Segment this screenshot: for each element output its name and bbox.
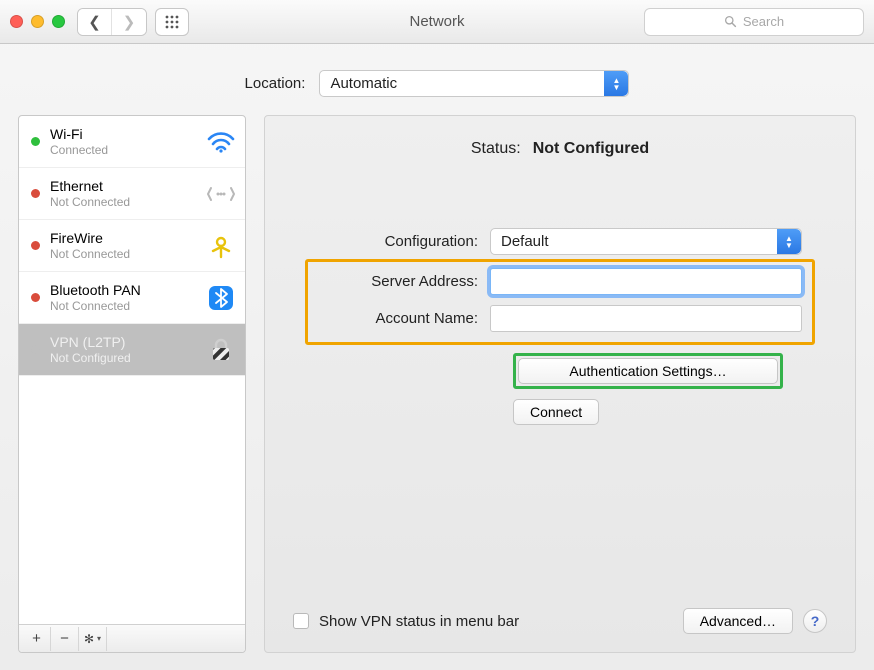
help-button[interactable]: ? <box>803 609 827 633</box>
location-select[interactable]: Automatic ▲▼ <box>319 70 629 97</box>
search-icon <box>724 15 737 28</box>
service-name: VPN (L2TP) <box>50 334 197 350</box>
back-button[interactable]: ❮ <box>78 9 112 35</box>
grid-icon <box>165 15 179 29</box>
account-name-label: Account Name: <box>318 310 478 327</box>
account-name-field[interactable] <box>490 305 802 332</box>
sidebar-footer: + − ✻ <box>19 624 245 652</box>
service-name: Wi-Fi <box>50 126 197 142</box>
forward-button[interactable]: ❯ <box>112 9 146 35</box>
highlight-green: Authentication Settings… <box>513 353 783 389</box>
traffic-lights <box>10 15 65 28</box>
service-name: Bluetooth PAN <box>50 282 197 298</box>
nav-back-forward: ❮ ❯ <box>77 8 147 36</box>
authentication-settings-button[interactable]: Authentication Settings… <box>518 358 778 384</box>
service-list: Wi-Fi Connected Ethernet Not Connected <box>19 116 245 624</box>
server-address-label: Server Address: <box>318 273 478 290</box>
location-value: Automatic <box>330 75 397 92</box>
location-label: Location: <box>245 75 306 92</box>
firewire-icon <box>207 232 235 260</box>
server-address-field[interactable] <box>490 268 802 295</box>
select-arrows-icon: ▲▼ <box>604 71 628 96</box>
show-vpn-status-label: Show VPN status in menu bar <box>319 613 519 630</box>
service-item-ethernet[interactable]: Ethernet Not Connected <box>19 168 245 220</box>
zoom-window-button[interactable] <box>52 15 65 28</box>
service-sub: Connected <box>50 143 197 157</box>
titlebar: ❮ ❯ Network Search <box>0 0 874 44</box>
lock-icon <box>207 336 235 364</box>
status-dot <box>31 137 40 146</box>
service-sub: Not Connected <box>50 247 197 261</box>
select-arrows-icon: ▲▼ <box>777 229 801 254</box>
sidebar-actions-menu[interactable]: ✻ <box>79 627 107 651</box>
status-line: Status: Not Configured <box>293 140 827 158</box>
service-item-wifi[interactable]: Wi-Fi Connected <box>19 116 245 168</box>
status-label: Status: <box>471 140 521 158</box>
advanced-button[interactable]: Advanced… <box>683 608 793 634</box>
highlight-orange: Server Address: Account Name: <box>305 259 815 345</box>
show-all-button[interactable] <box>155 8 189 36</box>
service-sidebar: Wi-Fi Connected Ethernet Not Connected <box>18 115 246 653</box>
server-address-row: Server Address: <box>318 268 802 295</box>
service-sub: Not Configured <box>50 351 197 365</box>
search-placeholder: Search <box>743 14 784 29</box>
connect-button[interactable]: Connect <box>513 399 599 425</box>
gear-icon: ✻ <box>84 632 94 646</box>
configuration-value: Default <box>501 233 549 250</box>
remove-service-button[interactable]: − <box>51 627 79 651</box>
ethernet-icon <box>207 180 235 208</box>
service-name: Ethernet <box>50 178 197 194</box>
service-item-bluetooth[interactable]: Bluetooth PAN Not Connected <box>19 272 245 324</box>
status-value: Not Configured <box>533 140 649 158</box>
configuration-row: Configuration: Default ▲▼ <box>318 228 802 255</box>
service-name: FireWire <box>50 230 197 246</box>
minimize-window-button[interactable] <box>31 15 44 28</box>
detail-footer: Show VPN status in menu bar Advanced… ? <box>293 598 827 634</box>
service-item-firewire[interactable]: FireWire Not Connected <box>19 220 245 272</box>
wifi-icon <box>207 128 235 156</box>
status-dot <box>31 293 40 302</box>
show-vpn-status-checkbox[interactable] <box>293 613 309 629</box>
account-name-row: Account Name: <box>318 305 802 332</box>
configuration-select[interactable]: Default ▲▼ <box>490 228 802 255</box>
service-sub: Not Connected <box>50 299 197 313</box>
configuration-label: Configuration: <box>318 233 478 250</box>
service-sub: Not Connected <box>50 195 197 209</box>
service-item-vpn[interactable]: VPN (L2TP) Not Configured <box>19 324 245 376</box>
status-dot <box>31 241 40 250</box>
search-field[interactable]: Search <box>644 8 864 36</box>
close-window-button[interactable] <box>10 15 23 28</box>
detail-panel: Status: Not Configured Configuration: De… <box>264 115 856 653</box>
bluetooth-icon <box>207 284 235 312</box>
status-dot <box>31 345 40 354</box>
location-row: Location: Automatic ▲▼ <box>0 70 874 97</box>
status-dot <box>31 189 40 198</box>
add-service-button[interactable]: + <box>23 627 51 651</box>
